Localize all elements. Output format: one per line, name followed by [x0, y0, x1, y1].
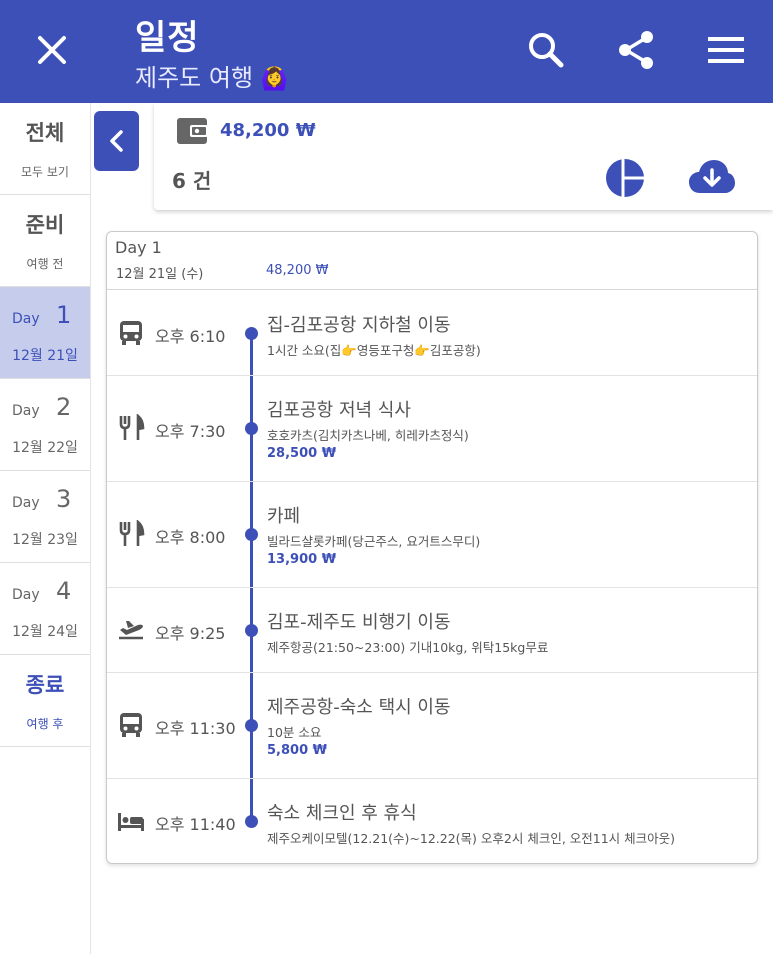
schedule-item[interactable]: 오후 8:00 카페 빌라드샬롯카페(당근주스, 요거트스무디) 13,900 …: [107, 482, 757, 588]
search-icon[interactable]: [524, 28, 568, 72]
item-cost: 5,800 ₩: [267, 743, 327, 758]
sidebar-item-end[interactable]: 종료 여행 후: [0, 655, 90, 747]
sidebar-end-title: 종료: [25, 673, 65, 697]
trip-name: 제주도 여행 🙆‍♀️: [135, 58, 288, 93]
day-date-full: 12월 21일 (수): [116, 267, 204, 282]
timeline-dot: [245, 422, 258, 435]
item-time: 오후 8:00: [155, 528, 226, 547]
day-label: Day: [12, 403, 40, 419]
item-description: 제주오케이모텔(12.21(수)~12.22(목) 오후2시 체크인, 오전11…: [267, 831, 676, 846]
timeline-dot: [245, 815, 258, 828]
day-label: Day: [12, 495, 40, 511]
sidebar: 전체 모두 보기 준비 여행 전 Day 1 12월 21일 Day 2 12월…: [0, 103, 91, 954]
expense-summary: 48,200 ₩ 6 건: [154, 103, 773, 210]
sidebar-prep-sub: 여행 전: [26, 257, 64, 271]
day-header: Day 1 12월 21일 (수) 48,200 ₩: [107, 232, 757, 290]
item-description: 호호카츠(김치카츠나베, 히레카츠정식): [267, 428, 469, 443]
schedule-item[interactable]: 오후 9:25 김포-제주도 비행기 이동 제주항공(21:50~23:00) …: [107, 588, 757, 673]
day-title: Day 1: [115, 238, 162, 257]
restaurant-icon: [119, 520, 145, 546]
pie-chart-icon[interactable]: [605, 158, 645, 198]
item-time: 오후 9:25: [155, 624, 226, 643]
trip-emoji: 🙆‍♀️: [260, 67, 289, 92]
close-icon[interactable]: [32, 30, 72, 70]
item-time: 오후 6:10: [155, 327, 226, 346]
item-time: 오후 7:30: [155, 422, 226, 441]
sidebar-item-day-2[interactable]: Day 2 12월 22일: [0, 379, 90, 471]
day-cost: 48,200 ₩: [266, 263, 329, 278]
restaurant-icon: [119, 414, 145, 440]
collapse-sidebar-button[interactable]: [94, 111, 139, 171]
item-description: 1시간 소요(집👉영등포구청👉김포공항): [267, 343, 481, 358]
day-label: Day: [12, 311, 40, 327]
share-icon[interactable]: [614, 28, 658, 72]
day-date: 12월 21일: [12, 348, 78, 364]
total-cost: 48,200 ₩: [220, 120, 316, 141]
chevron-left-icon: [110, 130, 123, 152]
sidebar-all-sub: 모두 보기: [21, 165, 69, 179]
item-description: 제주항공(21:50~23:00) 기내10kg, 위탁15kg무료: [267, 640, 549, 655]
item-description: 10분 소요: [267, 725, 322, 740]
bus-icon: [120, 713, 142, 737]
day-number: 4: [56, 577, 72, 605]
sidebar-item-day-4[interactable]: Day 4 12월 24일: [0, 563, 90, 655]
item-count: 6 건: [172, 169, 212, 193]
sidebar-end-sub: 여행 후: [26, 717, 64, 731]
sidebar-item-all[interactable]: 전체 모두 보기: [0, 103, 90, 195]
timeline-dot: [245, 327, 258, 340]
item-time: 오후 11:30: [155, 719, 236, 738]
item-cost: 28,500 ₩: [267, 446, 337, 461]
day-number: 3: [56, 485, 72, 513]
day-schedule-card: Day 1 12월 21일 (수) 48,200 ₩ 오후 6:10 집-김포공…: [106, 231, 758, 864]
wallet-icon: [177, 118, 208, 144]
day-number: 1: [56, 301, 72, 329]
sidebar-item-day-3[interactable]: Day 3 12월 23일: [0, 471, 90, 563]
sidebar-prep-title: 준비: [25, 213, 65, 237]
bus-icon: [120, 321, 142, 345]
schedule-item[interactable]: 오후 7:30 김포공항 저녁 식사 호호카츠(김치카츠나베, 히레카츠정식) …: [107, 376, 757, 482]
item-title: 김포공항 저녁 식사: [267, 400, 411, 421]
app-bar: 일정 제주도 여행 🙆‍♀️: [0, 0, 773, 103]
timeline-dot: [245, 528, 258, 541]
menu-icon[interactable]: [704, 28, 748, 72]
item-title: 집-김포공항 지하철 이동: [267, 315, 451, 336]
timeline-dot: [245, 719, 258, 732]
item-cost: 13,900 ₩: [267, 552, 337, 567]
item-title: 김포-제주도 비행기 이동: [267, 612, 451, 633]
day-label: Day: [12, 587, 40, 603]
page-title: 일정: [135, 18, 200, 58]
item-description: 빌라드샬롯카페(당근주스, 요거트스무디): [267, 534, 481, 549]
cloud-download-icon[interactable]: [688, 159, 736, 195]
sidebar-item-day-1[interactable]: Day 1 12월 21일: [0, 287, 90, 379]
day-date: 12월 22일: [12, 440, 78, 456]
schedule-item[interactable]: 오후 11:30 제주공항-숙소 택시 이동 10분 소요 5,800 ₩: [107, 673, 757, 779]
day-number: 2: [56, 393, 72, 421]
timeline-dot: [245, 624, 258, 637]
hotel-bed-icon: [118, 813, 144, 831]
sidebar-item-prep[interactable]: 준비 여행 전: [0, 195, 90, 287]
item-time: 오후 11:40: [155, 815, 236, 834]
schedule-item[interactable]: 오후 6:10 집-김포공항 지하철 이동 1시간 소요(집👉영등포구청👉김포공…: [107, 291, 757, 376]
item-title: 숙소 체크인 후 휴식: [267, 803, 417, 824]
airplane-takeoff-icon: [119, 621, 143, 640]
day-date: 12월 24일: [12, 624, 78, 640]
sidebar-all-title: 전체: [25, 121, 65, 145]
day-date: 12월 23일: [12, 532, 78, 548]
schedule-item[interactable]: 오후 11:40 숙소 체크인 후 휴식 제주오케이모텔(12.21(수)~12…: [107, 779, 757, 863]
item-title: 카페: [267, 506, 301, 527]
trip-name-text: 제주도 여행: [135, 64, 254, 92]
item-title: 제주공항-숙소 택시 이동: [267, 697, 451, 718]
